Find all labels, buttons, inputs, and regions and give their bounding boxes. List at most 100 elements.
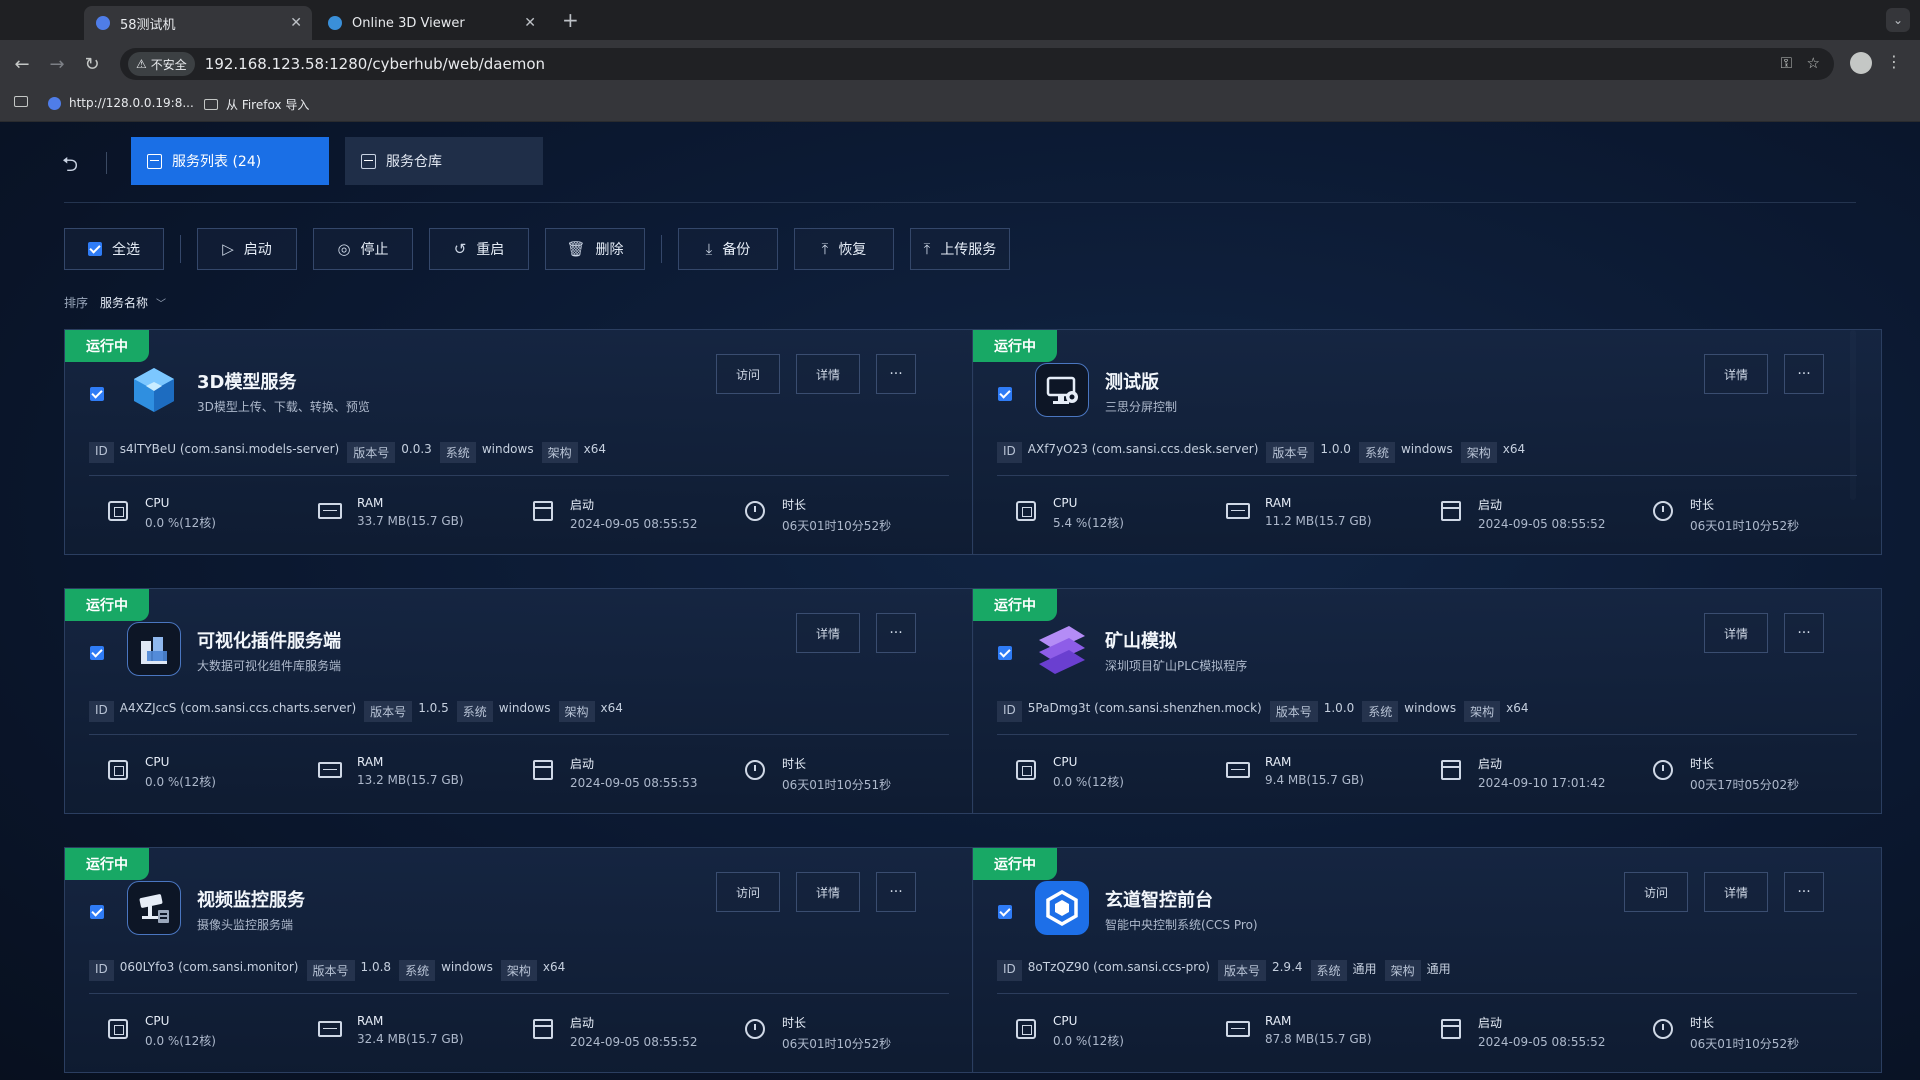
stat-value: 00天17时05分02秒 bbox=[1690, 778, 1800, 792]
bookmarks-bar: http://128.0.0.19:8... 从 Firefox 导入 bbox=[0, 88, 1920, 122]
stat-label: 启动 bbox=[1478, 757, 1503, 771]
tab-title: Online 3D Viewer bbox=[352, 15, 465, 31]
upload-service-button[interactable]: ⤒ 上传服务 bbox=[910, 228, 1010, 270]
card-checkbox[interactable] bbox=[998, 387, 1012, 401]
browser-tab[interactable]: Online 3D Viewer ✕ bbox=[316, 6, 546, 40]
detail-button[interactable]: 详情 bbox=[1704, 613, 1768, 653]
card-checkbox[interactable] bbox=[90, 646, 104, 660]
start-button[interactable]: ▷ 启动 bbox=[197, 228, 297, 270]
more-button[interactable]: ··· bbox=[876, 354, 916, 394]
service-meta: ID AXf7yO23 (com.sansi.ccs.desk.server) 版… bbox=[997, 442, 1533, 463]
more-button[interactable]: ··· bbox=[1784, 613, 1824, 653]
tag-label: 系统 bbox=[439, 442, 476, 463]
bookmark-folder[interactable]: 从 Firefox 导入 bbox=[204, 96, 309, 113]
checkbox-checked-icon bbox=[88, 242, 102, 256]
card-checkbox[interactable] bbox=[998, 646, 1012, 660]
divider bbox=[89, 475, 949, 476]
stop-icon: ◎ bbox=[337, 240, 351, 258]
card-checkbox[interactable] bbox=[90, 905, 104, 919]
stat-label: RAM bbox=[1265, 496, 1292, 510]
tab-service-repo[interactable]: 服务仓库 bbox=[345, 137, 543, 185]
restore-button[interactable]: ⤒ 恢复 bbox=[794, 228, 894, 270]
stat-value: 32.4 MB(15.7 GB) bbox=[357, 1032, 464, 1046]
bookmark-item[interactable]: http://128.0.0.19:8... bbox=[48, 96, 194, 110]
new-tab-icon[interactable]: + bbox=[562, 8, 579, 32]
delete-button[interactable]: 🗑 删除 bbox=[545, 228, 645, 270]
more-button[interactable]: ··· bbox=[876, 613, 916, 653]
detail-button[interactable]: 详情 bbox=[1704, 872, 1768, 912]
cube-icon bbox=[127, 363, 181, 417]
address-bar[interactable]: ⚠ 不安全 192.168.123.58:1280/cyberhub/web/d… bbox=[120, 48, 1834, 80]
stat-value: 06天01时10分52秒 bbox=[1690, 519, 1800, 533]
close-tab-icon[interactable]: ✕ bbox=[524, 15, 536, 31]
service-card: 运行中 3D模型服务 3D模型上传、下载、转换、预览 访问 详情 ··· ID s… bbox=[64, 329, 974, 555]
detail-button[interactable]: 详情 bbox=[796, 872, 860, 912]
stat-value: 2024-09-05 08:55:52 bbox=[1478, 517, 1606, 531]
profile-avatar-icon[interactable] bbox=[1850, 52, 1872, 74]
duration-stat: 时长 00天17时05分02秒 bbox=[1650, 755, 1799, 793]
service-os: 通用 bbox=[1352, 962, 1377, 976]
tag-label: 架构 bbox=[541, 442, 578, 463]
security-chip[interactable]: ⚠ 不安全 bbox=[128, 52, 195, 76]
site-favicon-icon bbox=[328, 16, 342, 30]
browser-menu-icon[interactable]: ⋮ bbox=[1886, 52, 1902, 71]
tab-title: 58测试机 bbox=[120, 17, 176, 33]
detail-button[interactable]: 详情 bbox=[1704, 354, 1768, 394]
more-button[interactable]: ··· bbox=[1784, 354, 1824, 394]
visit-button[interactable]: 访问 bbox=[716, 872, 780, 912]
service-arch: x64 bbox=[1506, 701, 1529, 715]
sort-control[interactable]: 排序 服务名称 ﹀ bbox=[64, 294, 166, 311]
stat-value: 06天01时10分52秒 bbox=[782, 1037, 892, 1051]
apps-folder-icon[interactable] bbox=[14, 96, 36, 107]
timer-icon bbox=[1653, 760, 1673, 780]
stop-button[interactable]: ◎ 停止 bbox=[313, 228, 413, 270]
start-time-stat: 启动 2024-09-05 08:55:52 bbox=[530, 496, 697, 531]
divider bbox=[997, 475, 1857, 476]
tab-search-icon[interactable]: ⌄ bbox=[1886, 8, 1910, 32]
cpu-stat: CPU 5.4 %(12核) bbox=[1013, 496, 1124, 531]
detail-button[interactable]: 详情 bbox=[796, 354, 860, 394]
app-main: ⮌ 服务列表 (24) 服务仓库 全选 ▷ 启动 ◎ 停止 ↺ 重启 🗑 删除 … bbox=[0, 122, 1920, 1080]
tag-label: 架构 bbox=[500, 960, 537, 981]
stat-value: 06天01时10分52秒 bbox=[1690, 1037, 1800, 1051]
service-id: AXf7yO23 (com.sansi.ccs.desk.server) bbox=[1027, 442, 1259, 456]
service-os: windows bbox=[498, 701, 551, 715]
card-checkbox[interactable] bbox=[90, 387, 104, 401]
camera-icon bbox=[127, 881, 181, 935]
trash-icon: 🗑 bbox=[566, 240, 586, 258]
close-tab-icon[interactable]: ✕ bbox=[290, 15, 302, 31]
more-button[interactable]: ··· bbox=[876, 872, 916, 912]
tag-label: 系统 bbox=[1358, 442, 1395, 463]
card-checkbox[interactable] bbox=[998, 905, 1012, 919]
divider bbox=[180, 235, 181, 263]
reload-icon[interactable]: ↻ bbox=[80, 52, 104, 76]
service-name: 矿山模拟 bbox=[1105, 631, 1177, 652]
restart-button[interactable]: ↺ 重启 bbox=[429, 228, 529, 270]
tab-service-list[interactable]: 服务列表 (24) bbox=[131, 137, 329, 185]
timer-icon bbox=[745, 760, 765, 780]
calendar-icon bbox=[533, 1019, 553, 1039]
back-icon[interactable]: ← bbox=[10, 52, 34, 76]
download-box-icon: ⤓ bbox=[705, 240, 713, 258]
detail-button[interactable]: 详情 bbox=[796, 613, 860, 653]
cpu-icon bbox=[1016, 1019, 1036, 1039]
url-text[interactable]: 192.168.123.58:1280/cyberhub/web/daemon bbox=[205, 55, 545, 73]
visit-button[interactable]: 访问 bbox=[716, 354, 780, 394]
service-desc: 摄像头监控服务端 bbox=[197, 918, 294, 932]
visit-button[interactable]: 访问 bbox=[1624, 872, 1688, 912]
browser-tab[interactable]: 58测试机 ✕ bbox=[84, 6, 312, 40]
duration-stat: 时长 06天01时10分52秒 bbox=[742, 1014, 891, 1052]
undo-back-icon[interactable]: ⮌ bbox=[62, 150, 78, 184]
star-icon[interactable]: ☆ bbox=[1807, 54, 1820, 72]
forward-icon[interactable]: → bbox=[45, 52, 69, 76]
stat-label: 启动 bbox=[570, 757, 595, 771]
tag-label: 系统 bbox=[1310, 960, 1347, 981]
stat-label: RAM bbox=[357, 496, 384, 510]
more-button[interactable]: ··· bbox=[1784, 872, 1824, 912]
stat-label: 启动 bbox=[1478, 498, 1503, 512]
duration-stat: 时长 06天01时10分52秒 bbox=[1650, 496, 1799, 534]
backup-button[interactable]: ⤓ 备份 bbox=[678, 228, 778, 270]
key-icon[interactable]: ⚿ bbox=[1781, 54, 1792, 72]
select-all-button[interactable]: 全选 bbox=[64, 228, 164, 270]
duration-stat: 时长 06天01时10分51秒 bbox=[742, 755, 891, 793]
